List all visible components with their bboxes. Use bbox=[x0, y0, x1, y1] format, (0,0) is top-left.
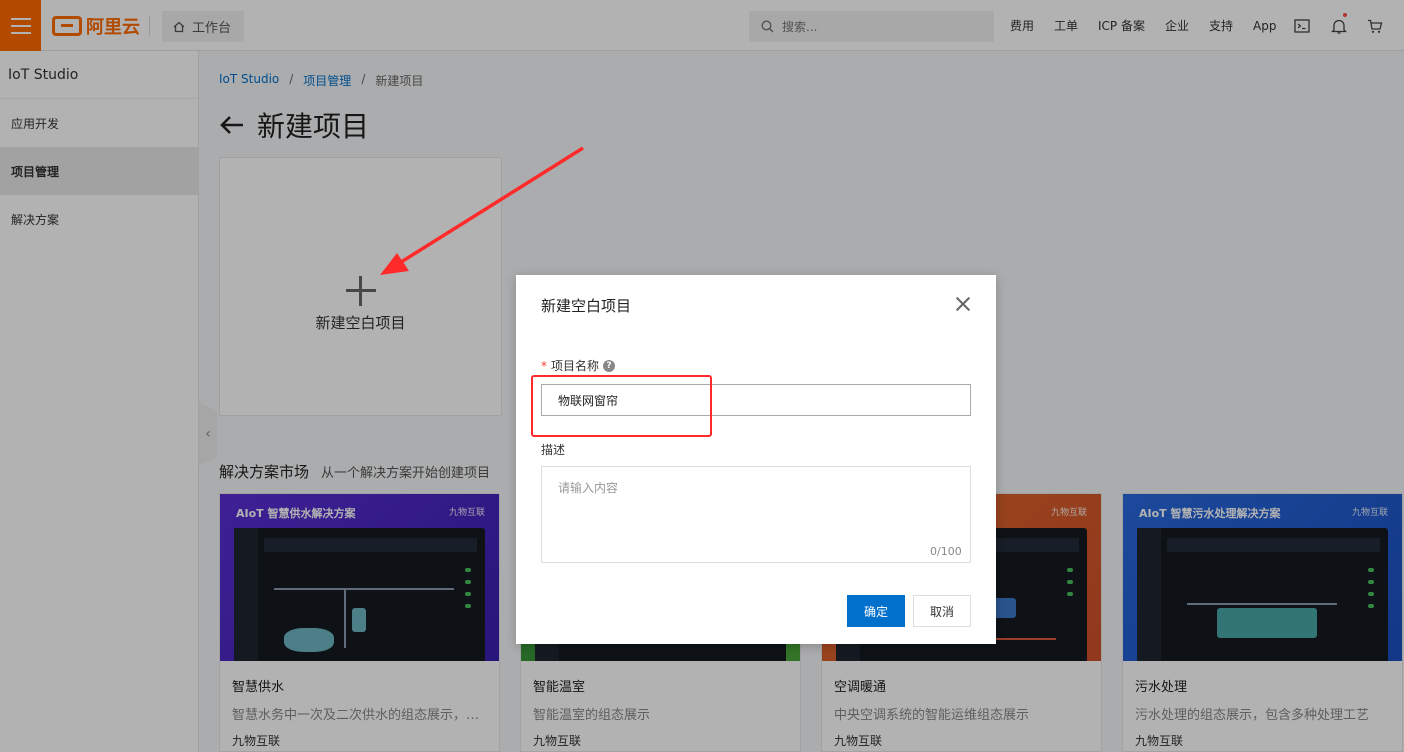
confirm-button[interactable]: 确定 bbox=[847, 595, 905, 627]
close-icon[interactable] bbox=[953, 294, 973, 314]
project-name-label-text: 项目名称 bbox=[551, 359, 600, 373]
new-blank-project-dialog: 新建空白项目 * 项目名称 ? 描述 0/100 确定 取消 bbox=[516, 275, 996, 644]
project-name-label: * 项目名称 ? bbox=[541, 357, 616, 374]
help-icon[interactable]: ? bbox=[603, 359, 616, 372]
cancel-button[interactable]: 取消 bbox=[913, 595, 971, 627]
dialog-title: 新建空白项目 bbox=[541, 297, 632, 315]
description-textarea[interactable] bbox=[541, 466, 971, 563]
required-mark: * bbox=[541, 358, 547, 373]
project-name-input[interactable] bbox=[541, 384, 971, 416]
description-label: 描述 bbox=[541, 443, 566, 457]
char-counter: 0/100 bbox=[930, 545, 962, 558]
